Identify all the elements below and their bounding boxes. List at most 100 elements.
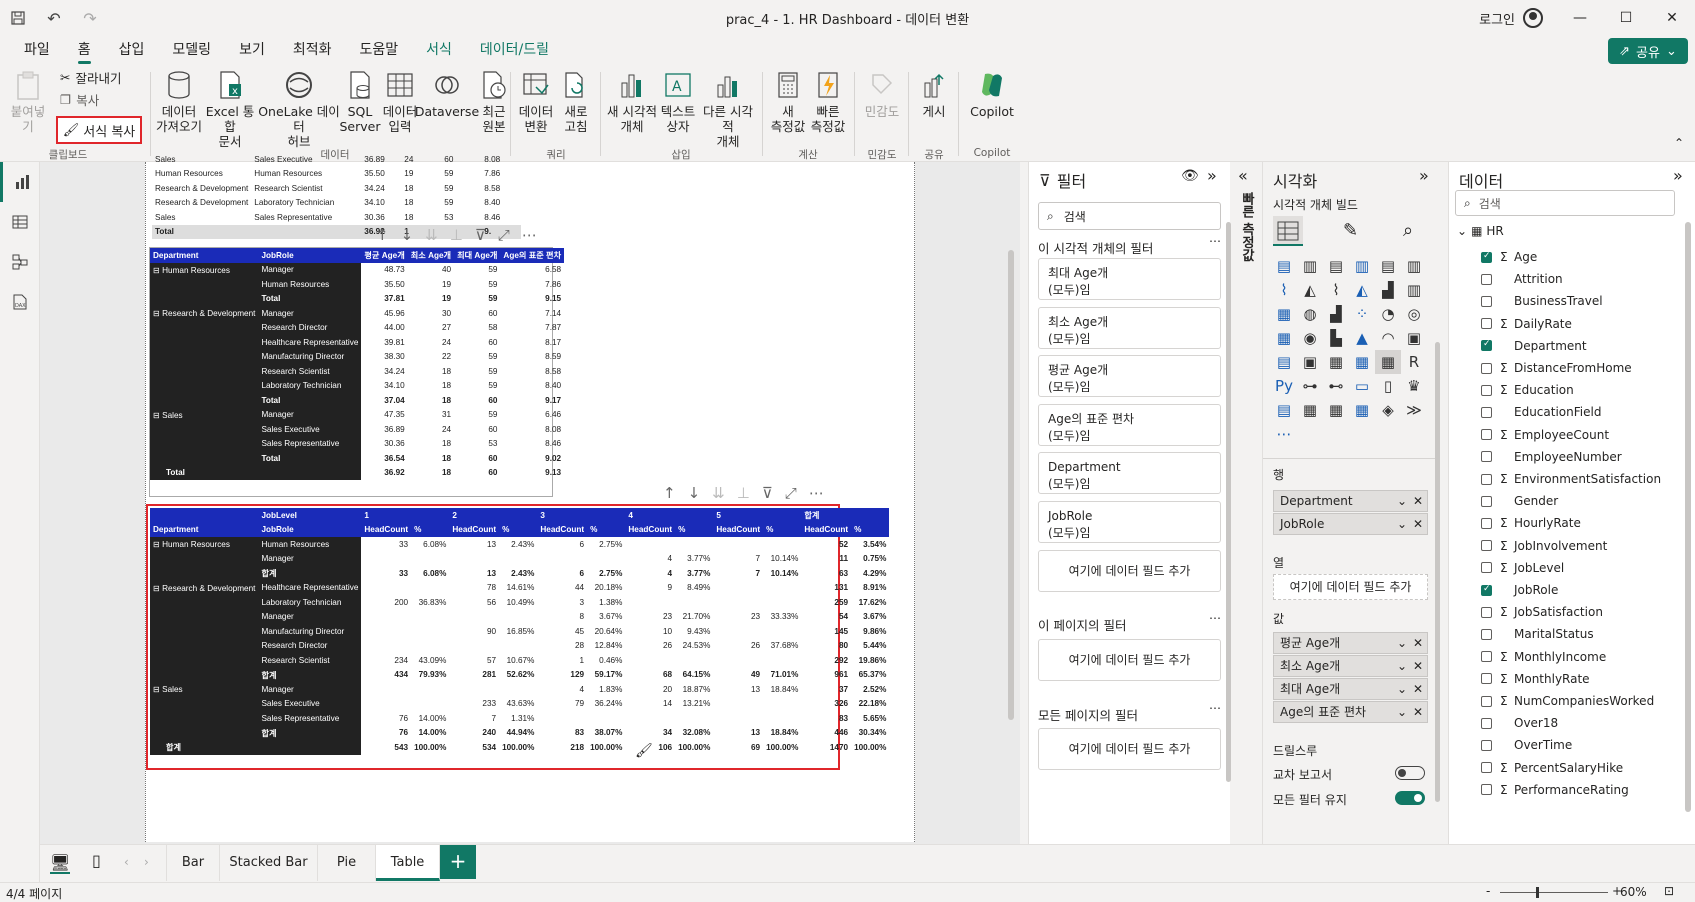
page-tab-stacked-bar[interactable]: Stacked Bar [220, 845, 318, 881]
tab-format[interactable]: 서식 [412, 38, 466, 66]
collapse-pane-icon[interactable]: » [1207, 166, 1217, 185]
column-header[interactable]: Age의 표준 편차 [500, 248, 565, 263]
field-item[interactable]: Σ JobSatisfaction [1481, 601, 1603, 623]
row-header-dept[interactable] [150, 609, 259, 624]
expand-all-icon[interactable]: ⇊ [712, 484, 725, 502]
field-checkbox[interactable] [1481, 473, 1492, 485]
visual-type-icon[interactable]: ▣ [1297, 350, 1323, 374]
copilot-button[interactable]: Copilot [964, 70, 1020, 119]
visual-type-icon[interactable]: ▤ [1323, 254, 1349, 278]
eye-icon[interactable]: 👁 [1181, 168, 1199, 184]
onelake-button[interactable]: OneLake 데이터 허브 [257, 70, 341, 149]
values-well-max-age[interactable]: 최대 Age개 ⌄ ✕ [1273, 678, 1428, 700]
filter-search-input[interactable]: ⌕ 검색 [1038, 202, 1221, 230]
column-header[interactable]: HeadCount [361, 522, 412, 537]
tab-insert[interactable]: 삽입 [105, 38, 159, 66]
focus-mode-icon[interactable]: ⤢ [498, 226, 510, 244]
visual-type-icon[interactable]: ▤ [1271, 254, 1297, 278]
rows-well-jobrole[interactable]: JobRole ⌄ ✕ [1273, 513, 1428, 535]
add-page-button[interactable]: + [440, 845, 476, 879]
visual-type-icon[interactable]: ▟ [1323, 302, 1349, 326]
column-header[interactable]: 최대 Age개 [454, 248, 501, 263]
field-checkbox[interactable] [1481, 384, 1492, 396]
field-checkbox[interactable] [1481, 339, 1492, 352]
sql-server-button[interactable]: SQL Server [340, 70, 381, 134]
remove-icon[interactable]: ✕ [1413, 679, 1423, 699]
column-header[interactable]: 3 [537, 508, 626, 523]
field-item[interactable]: EducationField [1481, 401, 1601, 423]
column-header[interactable]: HeadCount [625, 522, 676, 537]
visual-type-icon[interactable]: ▤ [1271, 350, 1297, 374]
filter-card[interactable]: 평균 Age개 (모두)임 [1038, 355, 1221, 397]
column-header[interactable]: % [851, 522, 890, 537]
column-header[interactable]: HeadCount [537, 522, 588, 537]
row-header-dept[interactable] [150, 711, 259, 726]
field-checkbox[interactable] [1481, 362, 1492, 374]
field-checkbox[interactable] [1481, 695, 1492, 707]
drill-down-icon[interactable]: ↓ [401, 226, 414, 244]
login-link[interactable]: 로그인 [1479, 9, 1515, 28]
field-item[interactable]: Gender [1481, 490, 1558, 512]
table-view-icon[interactable] [0, 202, 40, 242]
field-item[interactable]: Σ HourlyRate [1481, 512, 1581, 534]
visual-type-icon[interactable]: ≫ [1401, 398, 1427, 422]
visual-type-icon[interactable]: ▥ [1401, 278, 1427, 302]
filter-card[interactable]: Age의 표준 편차 (모두)임 [1038, 403, 1221, 446]
field-checkbox[interactable] [1481, 606, 1492, 618]
column-header[interactable]: Department [150, 522, 259, 537]
row-header-dept[interactable] [150, 378, 259, 393]
column-header[interactable]: % [411, 522, 450, 537]
collapse-pane-icon[interactable]: » [1673, 166, 1683, 185]
field-checkbox[interactable] [1481, 318, 1492, 330]
visual-type-icon[interactable]: ▥ [1401, 254, 1427, 278]
field-item[interactable]: BusinessTravel [1481, 290, 1603, 312]
field-item[interactable]: Σ EnvironmentSatisfaction [1481, 468, 1661, 490]
build-visual-tab-icon[interactable] [1273, 216, 1303, 246]
minimize-icon[interactable]: — [1557, 0, 1603, 36]
visual-type-icon[interactable]: ◔ [1375, 302, 1401, 326]
field-checkbox[interactable] [1481, 517, 1492, 529]
row-header-dept[interactable] [150, 638, 259, 653]
collapse-ribbon-icon[interactable]: ⌃ [1674, 136, 1684, 150]
collapse-icon[interactable]: ⊟ [153, 411, 162, 420]
filter-card[interactable]: 최소 Age개 (모두)임 [1038, 306, 1221, 349]
field-item[interactable]: Σ Age [1481, 246, 1537, 268]
columns-add-well[interactable]: 여기에 데이터 필드 추가 [1273, 574, 1428, 600]
chevron-down-icon[interactable]: ⌄ [1397, 514, 1407, 534]
column-header[interactable]: 2 [449, 508, 538, 523]
visual-type-icon[interactable]: ▦ [1375, 350, 1401, 374]
values-well-min-age[interactable]: 최소 Age개 ⌄ ✕ [1273, 655, 1428, 677]
fit-page-icon[interactable]: ⊡ [1664, 884, 1674, 898]
field-checkbox[interactable] [1481, 562, 1492, 574]
field-checkbox[interactable] [1481, 628, 1492, 640]
close-icon[interactable]: ✕ [1649, 0, 1695, 36]
expand-pane-icon[interactable]: « [1238, 166, 1248, 185]
field-checkbox[interactable] [1481, 406, 1492, 418]
dax-query-icon[interactable]: DAX [0, 282, 40, 322]
column-header[interactable]: % [499, 522, 538, 537]
column-header[interactable]: JobRole [258, 248, 362, 263]
filter-card[interactable]: Department (모두)임 [1038, 452, 1221, 494]
visual-type-icon[interactable]: ⊶ [1297, 374, 1323, 398]
field-item[interactable]: Σ DistanceFromHome [1481, 357, 1632, 379]
more-options-icon[interactable]: ⋯ [1209, 701, 1221, 715]
field-checkbox[interactable] [1481, 273, 1492, 285]
publish-button[interactable]: 게시 [914, 70, 954, 119]
visual-type-icon[interactable]: Py [1271, 374, 1297, 398]
row-header-dept[interactable] [150, 653, 259, 668]
values-well-avg-age[interactable]: 평균 Age개 ⌄ ✕ [1273, 632, 1428, 654]
column-header[interactable]: 합계 [801, 508, 890, 523]
remove-icon[interactable]: ✕ [1413, 633, 1423, 653]
mobile-layout-icon[interactable]: ▯ [92, 851, 101, 870]
save-icon[interactable] [0, 0, 36, 36]
visual-type-icon[interactable]: ⌇ [1271, 278, 1297, 302]
paste-button[interactable]: 붙여넣기 [8, 70, 48, 134]
report-page[interactable]: Sales Sales Executive 36.89 24 60 8.08 Human R… [145, 155, 915, 842]
row-header-dept[interactable] [150, 335, 259, 350]
remove-icon[interactable]: ✕ [1413, 702, 1423, 722]
zoom-out-icon[interactable]: - [1486, 884, 1490, 898]
maximize-icon[interactable]: ☐ [1603, 0, 1649, 36]
cross-report-toggle[interactable] [1395, 766, 1425, 780]
row-header-dept[interactable]: ⊟ Research & Development [150, 306, 259, 321]
field-checkbox[interactable] [1481, 540, 1492, 552]
